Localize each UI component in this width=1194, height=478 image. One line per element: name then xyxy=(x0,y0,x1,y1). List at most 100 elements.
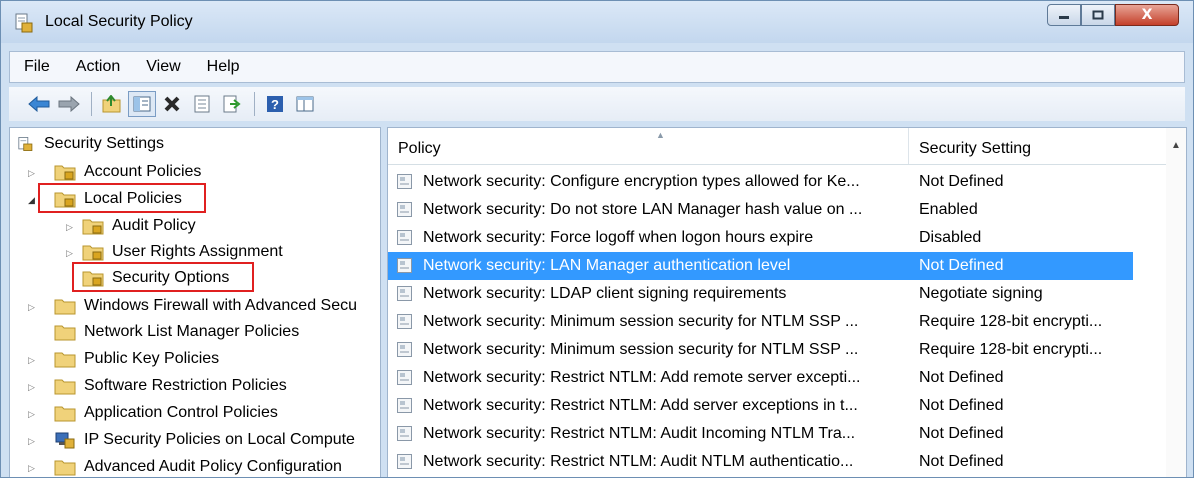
column-header-security-setting[interactable]: Security Setting xyxy=(919,140,1031,158)
tree-item-software-restriction[interactable]: Software Restriction Policies xyxy=(54,373,287,399)
cell-security-setting: Require 128-bit encrypti... xyxy=(919,341,1103,358)
column-divider[interactable] xyxy=(908,128,909,164)
maximize-icon xyxy=(1092,10,1104,20)
cell-policy: Network security: Force logoff when logo… xyxy=(423,229,814,246)
policy-list[interactable]: ▲ Policy Security Setting Network securi… xyxy=(387,127,1187,477)
cell-policy: Network security: Do not store LAN Manag… xyxy=(423,201,863,218)
folder-icon xyxy=(54,299,76,315)
tree-item-audit-policy[interactable]: Audit Policy xyxy=(82,213,196,239)
menu-file[interactable]: File xyxy=(10,58,62,76)
console-tree[interactable]: Security Settings ▷ Account Policies ◢ L… xyxy=(9,127,381,477)
forward-icon xyxy=(58,96,80,112)
close-icon: X xyxy=(1141,7,1153,23)
expand-arrow-icon[interactable]: ▷ xyxy=(28,302,38,312)
table-row[interactable]: Network security: Restrict NTLM: Add rem… xyxy=(388,364,1133,392)
vertical-scrollbar[interactable]: ▲ xyxy=(1166,128,1186,477)
policy-item-icon xyxy=(397,258,412,273)
tree-item-security-settings[interactable]: Security Settings xyxy=(18,131,164,157)
tree-item-advanced-audit[interactable]: Advanced Audit Policy Configuration xyxy=(54,454,342,477)
back-button[interactable] xyxy=(25,91,53,117)
main-window: Local Security Policy X File Action View… xyxy=(0,0,1194,478)
tree-label: Security Settings xyxy=(44,135,165,152)
delete-button[interactable] xyxy=(158,91,186,117)
policy-item-icon xyxy=(397,454,412,469)
up-folder-icon xyxy=(102,95,121,113)
folder-icon xyxy=(54,406,76,422)
table-row[interactable]: Network security: LAN Manager authentica… xyxy=(388,252,1133,280)
cell-security-setting: Not Defined xyxy=(919,453,1004,470)
tree-item-ip-security[interactable]: IP Security Policies on Local Compute xyxy=(54,427,355,453)
properties-button[interactable] xyxy=(188,91,216,117)
policy-item-icon xyxy=(397,202,412,217)
table-row[interactable]: Network security: Do not store LAN Manag… xyxy=(388,196,1133,224)
title-bar[interactable]: Local Security Policy X xyxy=(1,1,1193,43)
menu-view[interactable]: View xyxy=(132,58,192,76)
view-button[interactable] xyxy=(291,91,319,117)
expand-arrow-icon[interactable]: ▷ xyxy=(28,409,38,419)
up-one-level-button[interactable] xyxy=(98,91,126,117)
tree-item-application-control[interactable]: Application Control Policies xyxy=(54,400,278,426)
column-header-policy[interactable]: Policy xyxy=(398,140,441,158)
caption-buttons: X xyxy=(1047,4,1179,26)
toolbar-separator xyxy=(254,92,255,116)
folder-icon xyxy=(54,460,76,476)
expand-arrow-icon[interactable]: ▷ xyxy=(28,382,38,392)
menu-help[interactable]: Help xyxy=(193,58,252,76)
show-hide-console-tree-button[interactable] xyxy=(128,91,156,117)
tree-label: Software Restriction Policies xyxy=(84,377,287,394)
export-list-button[interactable] xyxy=(218,91,246,117)
policy-item-icon xyxy=(397,426,412,441)
table-row[interactable]: Network security: Minimum session securi… xyxy=(388,308,1133,336)
scroll-up-arrow-icon[interactable]: ▲ xyxy=(1171,140,1181,151)
close-button[interactable]: X xyxy=(1115,4,1179,26)
table-row[interactable]: Network security: Force logoff when logo… xyxy=(388,224,1133,252)
cell-policy: Network security: LAN Manager authentica… xyxy=(423,257,791,274)
table-row[interactable]: Network security: Restrict NTLM: Add ser… xyxy=(388,392,1133,420)
expand-arrow-icon[interactable]: ▷ xyxy=(66,222,76,232)
highlight-box xyxy=(72,262,254,292)
menu-action[interactable]: Action xyxy=(62,58,132,76)
collapse-arrow-icon[interactable]: ◢ xyxy=(28,195,38,205)
cell-policy: Network security: Restrict NTLM: Audit I… xyxy=(423,425,856,442)
tree-label: User Rights Assignment xyxy=(112,243,283,260)
toolbar-separator xyxy=(91,92,92,116)
tree-item-public-key-policies[interactable]: Public Key Policies xyxy=(54,346,219,372)
cell-security-setting: Not Defined xyxy=(919,397,1004,414)
folder-icon xyxy=(54,325,76,341)
tree-label: Windows Firewall with Advanced Secu xyxy=(84,297,358,314)
tree-label: Audit Policy xyxy=(112,217,196,234)
table-row[interactable]: Network security: Configure encryption t… xyxy=(388,168,1133,196)
cell-security-setting: Require 128-bit encrypti... xyxy=(919,313,1103,330)
expand-arrow-icon[interactable]: ▷ xyxy=(28,355,38,365)
cell-policy: Network security: Configure encryption t… xyxy=(423,173,860,190)
cell-policy: Network security: LDAP client signing re… xyxy=(423,285,787,302)
table-row[interactable]: Network security: Restrict NTLM: Audit N… xyxy=(388,448,1133,476)
folder-icon xyxy=(54,379,76,395)
tree-label: Account Policies xyxy=(84,163,202,180)
policy-item-icon xyxy=(397,230,412,245)
expand-arrow-icon[interactable]: ▷ xyxy=(28,436,38,446)
policy-item-icon xyxy=(397,174,412,189)
policy-item-icon xyxy=(397,342,412,357)
highlight-box xyxy=(38,183,206,213)
expand-arrow-icon[interactable]: ▷ xyxy=(28,463,38,473)
table-row[interactable]: Network security: Restrict NTLM: Audit I… xyxy=(388,420,1133,448)
minimize-button[interactable] xyxy=(1047,4,1081,26)
tree-item-windows-firewall[interactable]: Windows Firewall with Advanced Secu xyxy=(54,293,357,319)
forward-button[interactable] xyxy=(55,91,83,117)
expand-arrow-icon[interactable]: ▷ xyxy=(28,168,38,178)
maximize-button[interactable] xyxy=(1081,4,1115,26)
table-row[interactable]: Network security: LDAP client signing re… xyxy=(388,280,1133,308)
table-row[interactable]: Network security: Minimum session securi… xyxy=(388,336,1133,364)
sort-ascending-icon: ▲ xyxy=(656,130,665,140)
cell-security-setting: Negotiate signing xyxy=(919,285,1043,302)
tree-item-account-policies[interactable]: Account Policies xyxy=(54,159,201,185)
help-button[interactable]: ? xyxy=(261,91,289,117)
export-list-icon xyxy=(223,95,241,113)
cell-policy: Network security: Minimum session securi… xyxy=(423,341,859,358)
cell-policy: Network security: Restrict NTLM: Audit N… xyxy=(423,453,854,470)
expand-arrow-icon[interactable]: ▷ xyxy=(66,248,76,258)
tree-item-network-list-manager[interactable]: Network List Manager Policies xyxy=(54,319,299,345)
tree-label: IP Security Policies on Local Compute xyxy=(84,431,355,448)
back-icon xyxy=(28,96,50,112)
